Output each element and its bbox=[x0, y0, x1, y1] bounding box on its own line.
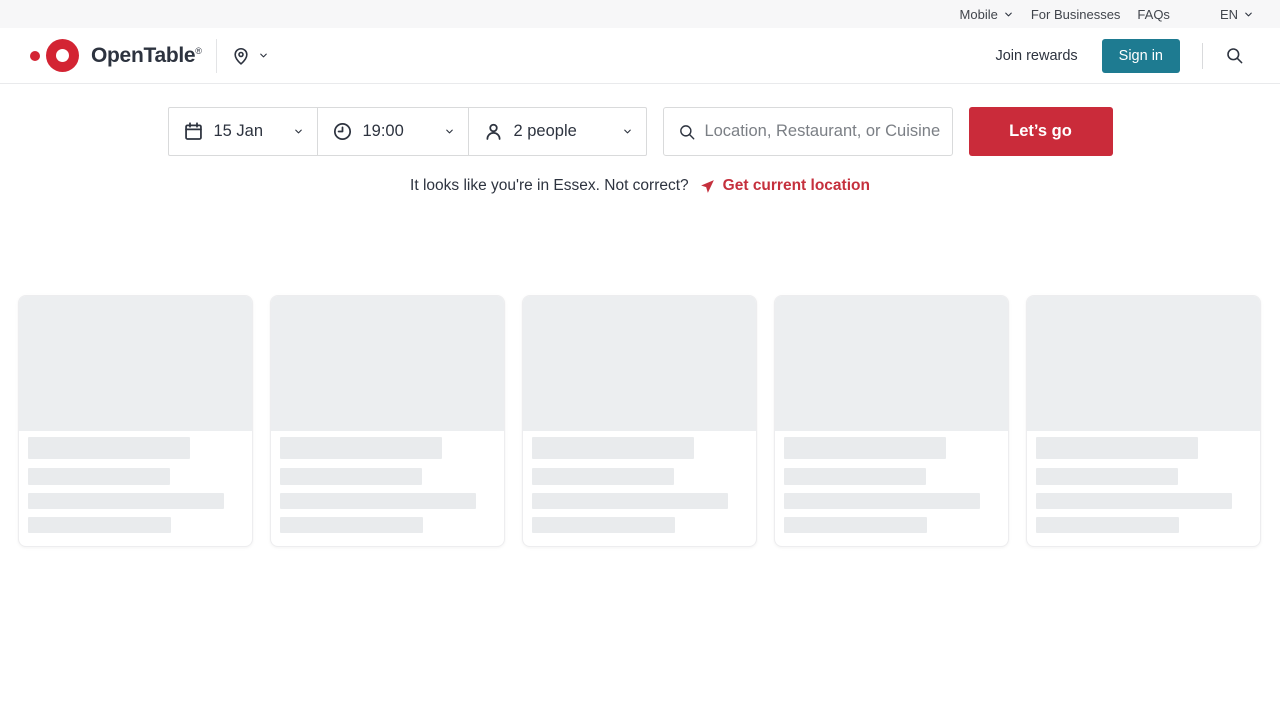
language-label: EN bbox=[1220, 7, 1238, 22]
registered-mark: ® bbox=[195, 46, 201, 56]
skeleton-card-body bbox=[271, 431, 504, 533]
logo-small-dot bbox=[30, 51, 40, 61]
header-search-button[interactable] bbox=[1225, 46, 1244, 65]
skeleton-card-body bbox=[1027, 431, 1260, 533]
restaurant-card-skeleton bbox=[774, 295, 1009, 547]
skeleton-image-placeholder bbox=[19, 296, 252, 431]
header-divider bbox=[1202, 43, 1203, 69]
search-icon bbox=[678, 122, 696, 142]
location-search-field bbox=[663, 107, 953, 156]
language-selector[interactable]: EN bbox=[1220, 7, 1254, 22]
location-picker-button[interactable] bbox=[231, 46, 269, 66]
join-rewards-link[interactable]: Join rewards bbox=[995, 48, 1077, 64]
header-divider bbox=[216, 39, 217, 73]
skeleton-bar bbox=[784, 437, 946, 459]
main-header: OpenTable® Join rewards Sign in bbox=[0, 28, 1280, 84]
skeleton-bar bbox=[784, 493, 980, 509]
location-notice-text: It looks like you're in Essex. Not corre… bbox=[410, 177, 689, 195]
skeleton-bar bbox=[280, 517, 423, 533]
opentable-logo[interactable]: OpenTable® bbox=[30, 39, 202, 72]
party-size-value: 2 people bbox=[514, 122, 577, 141]
brand-wordmark: OpenTable® bbox=[91, 44, 202, 68]
nav-mobile-label: Mobile bbox=[960, 7, 998, 22]
nav-faqs[interactable]: FAQs bbox=[1137, 7, 1170, 22]
restaurant-card-skeleton bbox=[1026, 295, 1261, 547]
calendar-icon bbox=[183, 121, 204, 142]
sign-in-button[interactable]: Sign in bbox=[1102, 39, 1180, 73]
restaurant-card-skeleton bbox=[522, 295, 757, 547]
skeleton-bar bbox=[28, 468, 170, 485]
chevron-down-icon bbox=[1003, 9, 1014, 20]
top-utility-bar: Mobile For Businesses FAQs EN bbox=[0, 0, 1280, 28]
date-selector[interactable]: 15 Jan bbox=[169, 108, 318, 155]
lets-go-button[interactable]: Let’s go bbox=[969, 107, 1113, 156]
skeleton-bar bbox=[784, 517, 927, 533]
skeleton-bar bbox=[1036, 493, 1232, 509]
skeleton-bar bbox=[1036, 468, 1178, 485]
nav-for-businesses[interactable]: For Businesses bbox=[1031, 7, 1121, 22]
skeleton-bar bbox=[28, 517, 171, 533]
time-value: 19:00 bbox=[363, 122, 404, 141]
skeleton-card-body bbox=[523, 431, 756, 533]
location-pin-icon bbox=[231, 46, 251, 66]
skeleton-bar bbox=[532, 468, 674, 485]
chevron-down-icon bbox=[293, 126, 304, 137]
skeleton-bar bbox=[1036, 517, 1179, 533]
restaurant-card-skeletons bbox=[18, 295, 1262, 547]
skeleton-image-placeholder bbox=[1027, 296, 1260, 431]
party-size-selector[interactable]: 2 people bbox=[469, 108, 646, 155]
restaurant-card-skeleton bbox=[18, 295, 253, 547]
navigation-arrow-icon bbox=[699, 178, 716, 195]
skeleton-bar bbox=[784, 468, 926, 485]
search-icon bbox=[1225, 46, 1244, 65]
location-notice: It looks like you're in Essex. Not corre… bbox=[0, 177, 1280, 195]
main-content: 15 Jan 19:00 2 people bbox=[0, 107, 1280, 547]
skeleton-bar bbox=[280, 437, 442, 459]
location-search-input[interactable] bbox=[704, 122, 939, 141]
chevron-down-icon bbox=[444, 126, 455, 137]
skeleton-image-placeholder bbox=[775, 296, 1008, 431]
skeleton-bar bbox=[280, 468, 422, 485]
header-actions: Join rewards Sign in bbox=[995, 39, 1244, 73]
skeleton-bar bbox=[532, 517, 675, 533]
get-current-location-button[interactable]: Get current location bbox=[699, 177, 870, 195]
skeleton-bar bbox=[532, 493, 728, 509]
person-icon bbox=[483, 121, 504, 142]
reservation-search-bar: 15 Jan 19:00 2 people bbox=[0, 107, 1280, 156]
skeleton-bar bbox=[28, 493, 224, 509]
get-current-location-label: Get current location bbox=[723, 177, 870, 195]
chevron-down-icon bbox=[622, 126, 633, 137]
skeleton-card-body bbox=[775, 431, 1008, 533]
skeleton-bar bbox=[532, 437, 694, 459]
skeleton-image-placeholder bbox=[523, 296, 756, 431]
chevron-down-icon bbox=[1243, 9, 1254, 20]
time-selector[interactable]: 19:00 bbox=[318, 108, 469, 155]
skeleton-image-placeholder bbox=[271, 296, 504, 431]
skeleton-bar bbox=[1036, 437, 1198, 459]
restaurant-card-skeleton bbox=[270, 295, 505, 547]
skeleton-card-body bbox=[19, 431, 252, 533]
reservation-selectors: 15 Jan 19:00 2 people bbox=[168, 107, 647, 156]
chevron-down-icon bbox=[258, 50, 269, 61]
logo-circle bbox=[46, 39, 79, 72]
skeleton-bar bbox=[280, 493, 476, 509]
nav-mobile[interactable]: Mobile bbox=[960, 7, 1014, 22]
date-value: 15 Jan bbox=[214, 122, 264, 141]
skeleton-bar bbox=[28, 437, 190, 459]
clock-icon bbox=[332, 121, 353, 142]
